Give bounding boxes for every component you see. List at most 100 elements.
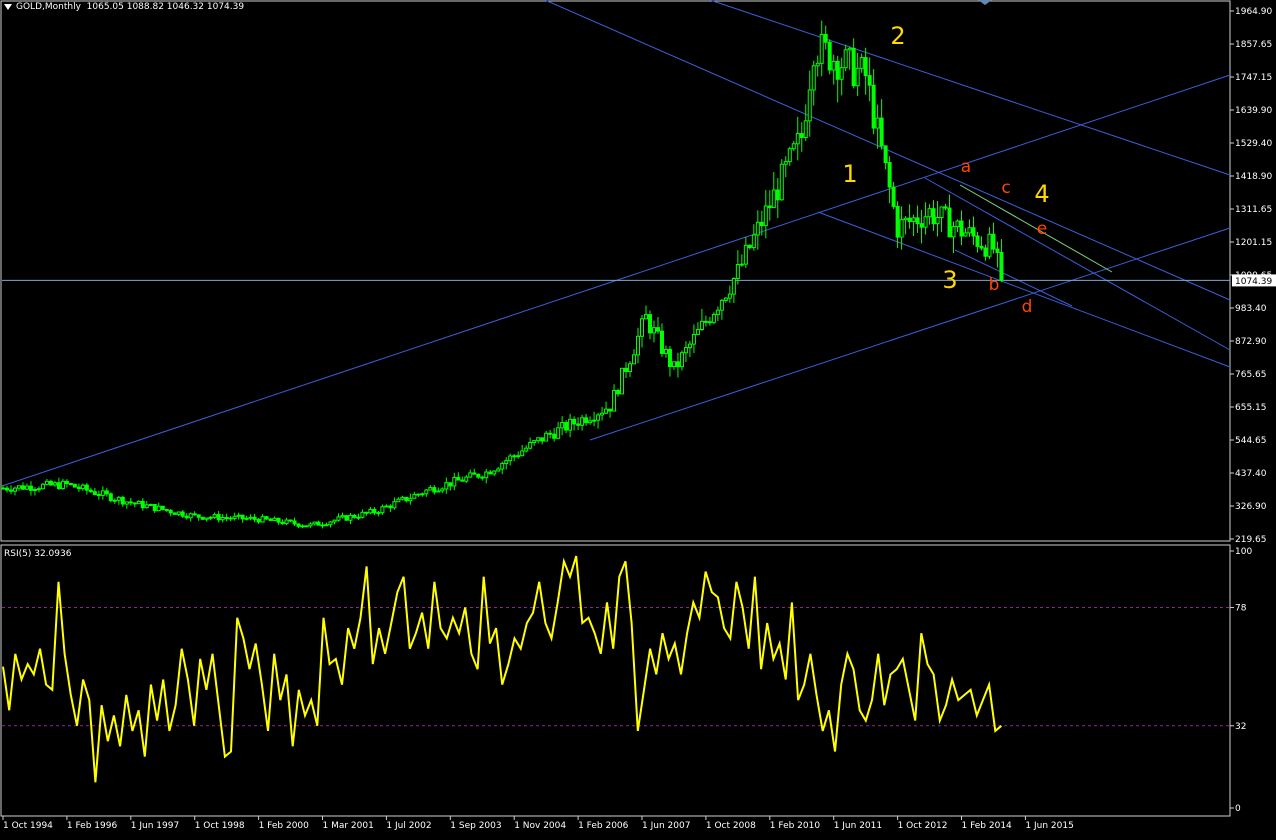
candle-body xyxy=(532,440,537,443)
time-tick-label: 1 Mar 2001 xyxy=(323,821,374,831)
candle-body xyxy=(244,517,249,520)
wave-label-sub: c xyxy=(1001,178,1010,198)
candle-body xyxy=(979,245,984,249)
candle-body xyxy=(663,348,668,354)
time-tick-label: 1 Oct 2012 xyxy=(898,821,948,831)
candle-body xyxy=(855,67,860,87)
candle-body xyxy=(999,251,1004,281)
trend-line[interactable] xyxy=(924,177,1231,351)
candle-body xyxy=(791,143,796,150)
trading-chart-window[interactable]: 1964.90 1857.65 1747.15 1639.90 1529.40 1418.… xyxy=(0,0,1276,836)
candle-body xyxy=(643,314,648,320)
candle-body xyxy=(224,517,229,520)
candle-body xyxy=(911,217,916,222)
candle-body xyxy=(679,352,684,368)
candle-body xyxy=(408,497,413,502)
candle-body xyxy=(320,524,325,527)
candle-body xyxy=(184,515,189,519)
candle-body xyxy=(192,513,197,516)
candle-body xyxy=(1,487,5,490)
rsi-tick-label: 0 xyxy=(1235,804,1241,814)
candle-body xyxy=(156,505,161,512)
candle-body xyxy=(771,189,776,209)
candle-body xyxy=(124,501,129,505)
candle-body xyxy=(44,480,49,485)
candle-body xyxy=(819,33,824,64)
candle-body xyxy=(112,499,117,502)
price-tick-label: 1639.90 xyxy=(1235,106,1272,116)
candle-body xyxy=(540,437,545,442)
candle-body xyxy=(332,519,337,523)
candle-body xyxy=(208,516,213,519)
price-panel-frame xyxy=(0,0,1231,542)
candle-body xyxy=(931,208,936,225)
price-tick-label: 1529.40 xyxy=(1235,139,1272,149)
candle-body xyxy=(52,482,57,486)
candle-body xyxy=(432,487,437,493)
candle-body xyxy=(675,361,680,368)
candle-body xyxy=(608,408,613,412)
candle-body xyxy=(316,521,321,526)
candle-body xyxy=(576,423,581,426)
candle-body xyxy=(376,512,381,515)
candle-body xyxy=(220,517,225,521)
candle-body xyxy=(132,502,137,505)
candle-body xyxy=(560,422,565,429)
ohlc-values: 1065.05 1088.82 1046.32 1074.39 xyxy=(86,2,245,12)
wave-trend-line[interactable] xyxy=(954,249,1073,307)
candle-body xyxy=(620,367,625,395)
candle-body xyxy=(468,472,473,478)
candle-body xyxy=(92,491,97,496)
time-tick-label: 1 Nov 2004 xyxy=(514,821,566,831)
candle-body xyxy=(552,433,557,439)
time-tick-label: 1 Feb 2000 xyxy=(259,821,310,831)
candle-body xyxy=(751,234,756,249)
scroll-marker-icon[interactable] xyxy=(978,0,992,5)
rsi-tick-label: 78 xyxy=(1235,604,1247,614)
candle-body xyxy=(344,515,349,521)
candle-body xyxy=(404,496,409,502)
dropdown-triangle-icon[interactable] xyxy=(4,3,12,10)
candle-body xyxy=(859,57,864,69)
candle-body xyxy=(839,67,844,80)
candle-body xyxy=(252,516,257,520)
candle-body xyxy=(492,470,497,475)
candle-body xyxy=(60,480,65,490)
candle-body xyxy=(380,506,385,514)
candle-body xyxy=(919,223,924,228)
candle-body xyxy=(580,417,585,426)
candle-body xyxy=(871,84,876,129)
candle-body xyxy=(975,235,980,247)
candle-body xyxy=(520,450,525,457)
candle-body xyxy=(16,485,21,489)
candle-body xyxy=(64,480,69,485)
candle-body xyxy=(528,441,533,449)
candle-body xyxy=(843,49,848,69)
candle-body xyxy=(232,515,237,519)
candle-body xyxy=(851,47,856,87)
price-tick-label: 765.65 xyxy=(1235,370,1267,380)
rsi-tick-label: 32 xyxy=(1235,722,1246,732)
candle-body xyxy=(815,62,820,67)
time-tick-label: 1 Feb 2010 xyxy=(770,821,821,831)
candle-body xyxy=(923,216,928,228)
candle-body xyxy=(759,221,764,227)
candle-body xyxy=(723,297,728,301)
time-tick-label: 1 Oct 2008 xyxy=(706,821,756,831)
candle-body xyxy=(472,472,477,475)
candle-body xyxy=(707,321,712,324)
candle-body xyxy=(883,145,888,164)
symbol-label: GOLD,Monthly xyxy=(16,2,81,12)
candle-body xyxy=(659,330,664,354)
candle-body xyxy=(755,221,760,236)
candle-body xyxy=(268,518,273,521)
candle-body xyxy=(296,523,301,527)
candle-body xyxy=(48,480,53,486)
chart-canvas[interactable]: 1964.90 1857.65 1747.15 1639.90 1529.40 1418.… xyxy=(0,0,1276,836)
trend-line[interactable] xyxy=(589,227,1231,441)
candle-body xyxy=(947,207,952,238)
candle-body xyxy=(867,75,872,86)
candle-body xyxy=(68,483,73,486)
candle-body xyxy=(88,489,93,493)
candle-body xyxy=(628,363,633,372)
